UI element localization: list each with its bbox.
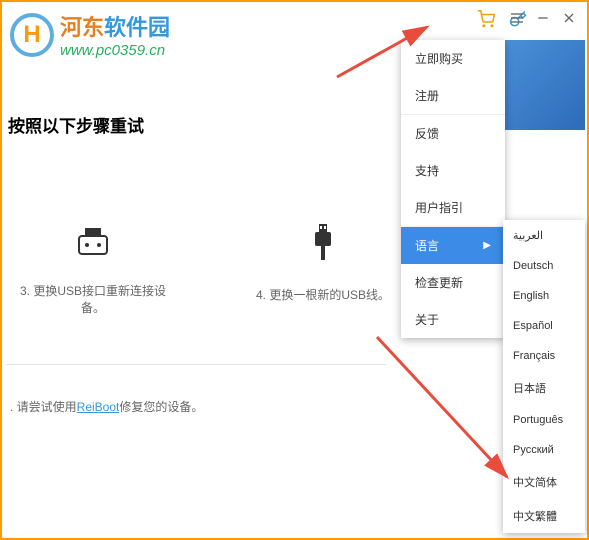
chevron-right-icon: ▶ [483, 240, 491, 251]
step-4-text: 4. 更换一根新的USB线。 [238, 286, 408, 303]
instruction-title: 按照以下步骤重试 [8, 112, 144, 137]
close-icon[interactable] [561, 10, 577, 31]
main-menu: 立即购买 注册 反馈 支持 用户指引 语言▶ 检查更新 关于 [401, 40, 505, 338]
menu-guide[interactable]: 用户指引 [401, 189, 505, 226]
watermark-url: www.pc0359.cn [60, 42, 170, 59]
lang-english[interactable]: English [503, 281, 585, 311]
menu-update[interactable]: 检查更新 [401, 264, 505, 301]
logo-icon: H [10, 13, 54, 57]
lang-zh-traditional[interactable]: 中文繁體 [503, 499, 585, 533]
lang-arabic[interactable]: العربية [503, 220, 585, 251]
menu-language-label: 语言 [415, 237, 439, 254]
watermark-title2: 软件园 [104, 15, 170, 40]
reiboot-link[interactable]: ReiBoot [77, 400, 120, 414]
step-4: 4. 更换一根新的USB线。 [238, 222, 408, 316]
usb-port-icon [8, 222, 178, 258]
watermark: H 河东软件园 www.pc0359.cn [10, 10, 170, 59]
cart-icon[interactable] [477, 10, 495, 33]
desktop-background [505, 40, 585, 130]
menu-feedback[interactable]: 反馈 [401, 114, 505, 152]
watermark-title1: 河东 [60, 15, 104, 40]
hint-text: . 请尝试使用ReiBoot修复您的设备。 [10, 398, 203, 415]
menu-register[interactable]: 注册 [401, 77, 505, 114]
menu-language[interactable]: 语言 ▶ [401, 226, 505, 264]
arrow-annotation-1 [332, 22, 442, 82]
hamburger-menu-icon[interactable] [509, 10, 525, 31]
arrow-annotation-2 [372, 332, 522, 492]
menu-support[interactable]: 支持 [401, 152, 505, 189]
minimize-icon[interactable] [535, 10, 551, 31]
lang-deutsch[interactable]: Deutsch [503, 251, 585, 281]
divider [6, 364, 386, 365]
step-3-text: 3. 更换USB接口重新连接设备。 [8, 282, 178, 316]
hint-prefix: . 请尝试使用 [10, 400, 77, 414]
hint-suffix: 修复您的设备。 [119, 400, 203, 414]
usb-cable-icon [238, 222, 408, 262]
step-3: 3. 更换USB接口重新连接设备。 [8, 222, 178, 316]
